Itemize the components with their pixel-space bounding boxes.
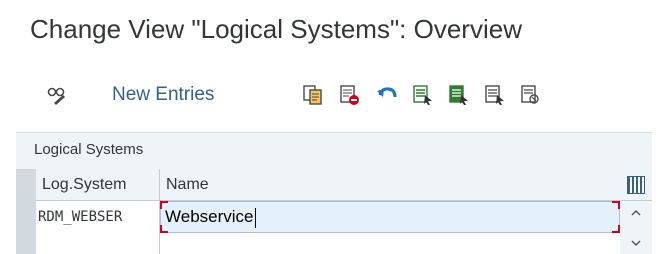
display-change-icon[interactable] [44, 82, 70, 108]
page-title: Change View "Logical Systems": Overview [30, 14, 522, 44]
text-cursor [254, 207, 256, 228]
focus-corner [612, 201, 620, 209]
name-cell-value: Webservice [165, 207, 254, 226]
logical-systems-panel: Logical Systems Log.System Name RDM_WEBS… [16, 132, 652, 254]
column-settings-header [620, 169, 652, 201]
table-row[interactable]: RDM_WEBSER Webservice [36, 201, 620, 234]
undo-icon[interactable] [374, 82, 400, 108]
focus-corner [160, 201, 168, 209]
deselect-all-icon[interactable] [482, 82, 508, 108]
column-settings-icon[interactable] [627, 176, 645, 194]
select-all-icon[interactable] [410, 82, 436, 108]
scroll-up-icon[interactable] [628, 207, 644, 223]
log-system-cell[interactable]: RDM_WEBSER [36, 201, 160, 233]
select-block-icon[interactable] [446, 82, 472, 108]
focus-corner [612, 225, 620, 233]
print-icon[interactable] [518, 82, 544, 108]
log-system-cell[interactable] [36, 233, 160, 254]
name-cell-input[interactable]: Webservice [160, 201, 620, 233]
table-row[interactable] [36, 233, 620, 254]
copy-as-icon[interactable] [300, 82, 326, 108]
scroll-down-icon[interactable] [628, 237, 644, 253]
select-all-rows-header[interactable] [16, 169, 36, 202]
delete-icon[interactable] [336, 82, 362, 108]
application-toolbar: New Entries [0, 70, 666, 120]
row-selector[interactable] [16, 201, 36, 234]
panel-title: Logical Systems [34, 141, 144, 158]
column-header-name[interactable]: Name [160, 169, 620, 201]
focus-corner [160, 225, 168, 233]
logical-systems-table: Log.System Name RDM_WEBSER Webservice [16, 169, 652, 254]
title-bar: Change View "Logical Systems": Overview [0, 0, 666, 62]
column-header-log-system[interactable]: Log.System [36, 169, 160, 201]
vertical-scrollbar[interactable] [620, 201, 652, 254]
row-selector[interactable] [16, 233, 36, 254]
new-entries-button[interactable]: New Entries [108, 82, 218, 108]
